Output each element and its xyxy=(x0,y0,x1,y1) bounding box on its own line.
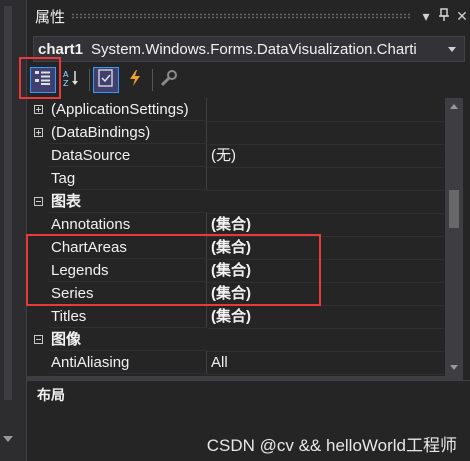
grid-vertical-scrollbar[interactable] xyxy=(445,98,463,376)
panel-title: 属性 xyxy=(35,8,66,26)
expand-plus-icon[interactable] xyxy=(33,128,43,137)
property-row-titles[interactable]: Titles (集合) xyxy=(27,305,443,329)
events-button[interactable] xyxy=(122,67,148,93)
category-name: 图表 xyxy=(49,190,207,213)
scroll-down-arrow-icon[interactable] xyxy=(3,436,13,442)
property-grid: (ApplicationSettings) (DataBindings) Dat… xyxy=(27,98,443,375)
toolbar-separator xyxy=(89,69,90,91)
property-row-series[interactable]: Series (集合) xyxy=(27,282,443,306)
wrench-icon xyxy=(160,69,178,92)
properties-icon xyxy=(97,68,115,92)
property-name: DataSource xyxy=(49,144,207,167)
property-row-anti-aliasing[interactable]: AntiAliasing All xyxy=(27,351,443,375)
watermark-text: CSDN @cv && helloWorld工程师 xyxy=(206,436,457,455)
pin-icon[interactable] xyxy=(435,7,453,25)
toolbar-separator xyxy=(152,69,153,91)
property-row-data-source[interactable]: DataSource (无) xyxy=(27,144,443,168)
alphabetical-icon: A Z xyxy=(62,69,82,92)
property-value[interactable]: (集合) xyxy=(207,282,443,306)
property-row-annotations[interactable]: Annotations (集合) xyxy=(27,213,443,237)
property-name: (DataBindings) xyxy=(49,121,207,144)
left-scrollbar[interactable] xyxy=(4,6,12,400)
property-name: Tag xyxy=(49,167,207,190)
close-icon[interactable]: ✕ xyxy=(453,8,470,25)
collapse-minus-icon[interactable] xyxy=(33,335,43,344)
alphabetical-button[interactable]: A Z xyxy=(59,67,85,93)
property-name: Titles xyxy=(49,305,207,328)
property-value[interactable] xyxy=(207,121,443,145)
category-row-chart[interactable]: 图表 xyxy=(27,190,443,214)
property-name: Legends xyxy=(49,259,207,282)
property-value[interactable]: (集合) xyxy=(207,213,443,237)
expand-plus-icon[interactable] xyxy=(33,105,43,114)
property-row-data-bindings[interactable]: (DataBindings) xyxy=(27,121,443,145)
property-value[interactable]: (集合) xyxy=(207,305,443,329)
title-grip[interactable] xyxy=(71,13,411,19)
category-row-image[interactable]: 图像 xyxy=(27,328,443,352)
categorized-icon xyxy=(34,70,52,91)
property-value[interactable]: (无) xyxy=(207,144,443,168)
selected-object-name: chart1 xyxy=(38,40,84,58)
chevron-down-icon[interactable] xyxy=(448,46,456,52)
property-name: AntiAliasing xyxy=(49,351,207,374)
svg-text:Z: Z xyxy=(63,79,69,87)
property-value[interactable] xyxy=(207,167,443,191)
window-position-dropdown-icon[interactable]: ▾ xyxy=(417,8,435,25)
category-name: 图像 xyxy=(49,328,207,351)
panel-title-bar[interactable]: 属性 ▾ ✕ xyxy=(27,0,470,32)
properties-panel: 属性 ▾ ✕ chart1 System.Windows.Forms.DataV… xyxy=(26,0,470,461)
property-row-legends[interactable]: Legends (集合) xyxy=(27,259,443,283)
categorized-button[interactable] xyxy=(30,67,56,93)
property-row-tag[interactable]: Tag xyxy=(27,167,443,191)
properties-button[interactable] xyxy=(93,67,119,93)
collapse-minus-icon[interactable] xyxy=(33,197,43,206)
events-icon xyxy=(127,69,143,92)
description-pane: 布局 CSDN @cv && helloWorld工程师 xyxy=(27,380,470,461)
object-selector-dropdown[interactable]: chart1 System.Windows.Forms.DataVisualiz… xyxy=(33,36,465,62)
left-panel-strip xyxy=(0,0,26,461)
properties-toolbar: A Z xyxy=(27,64,470,96)
svg-text:A: A xyxy=(63,70,69,79)
properties-window: 属性 ▾ ✕ chart1 System.Windows.Forms.DataV… xyxy=(0,0,470,461)
property-row-application-settings[interactable]: (ApplicationSettings) xyxy=(27,98,443,122)
scrollbar-thumb[interactable] xyxy=(449,190,459,228)
scroll-down-arrow-icon[interactable] xyxy=(450,365,458,370)
selected-object-type: System.Windows.Forms.DataVisualization.C… xyxy=(91,40,417,58)
property-pages-button[interactable] xyxy=(156,67,182,93)
property-value[interactable]: (集合) xyxy=(207,236,443,260)
description-title: 布局 xyxy=(37,387,65,403)
property-value[interactable] xyxy=(207,98,443,122)
scroll-up-arrow-icon[interactable] xyxy=(450,104,458,109)
property-value[interactable]: All xyxy=(207,351,443,375)
property-name: (ApplicationSettings) xyxy=(49,98,207,121)
property-row-chart-areas[interactable]: ChartAreas (集合) xyxy=(27,236,443,260)
property-value[interactable]: (集合) xyxy=(207,259,443,283)
property-name: Annotations xyxy=(49,213,207,236)
property-name: Series xyxy=(49,282,207,305)
property-name: ChartAreas xyxy=(49,236,207,259)
